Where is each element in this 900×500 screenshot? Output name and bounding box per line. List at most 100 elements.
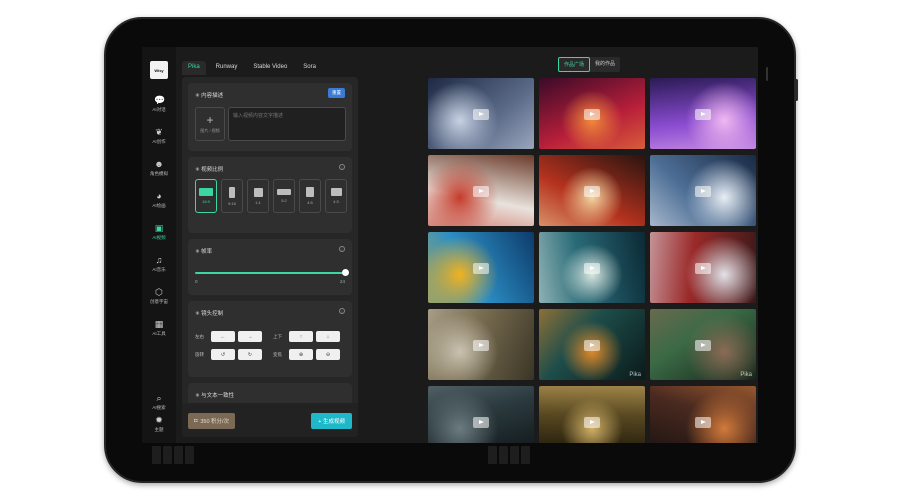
video-icon: ▣	[154, 223, 164, 233]
prompt-input[interactable]	[228, 107, 346, 141]
sidebar-item-1[interactable]: ❦ AI创作	[142, 127, 176, 145]
sidebar-item-6[interactable]: ⬡ 创意宇宙	[142, 287, 176, 305]
video-thumbnail-library-shelves[interactable]	[539, 386, 645, 443]
ratio-label: 5:2	[281, 198, 287, 203]
video-thumbnail-winter-room[interactable]	[428, 155, 534, 226]
camera-button[interactable]: ↺	[211, 349, 235, 360]
fps-slider-knob[interactable]	[342, 269, 349, 276]
cube-icon: ⬡	[155, 287, 163, 297]
play-icon[interactable]	[473, 339, 489, 351]
video-thumbnail-purple-fantasy-village[interactable]	[650, 78, 756, 149]
info-icon[interactable]: i	[339, 308, 345, 314]
aspect-options: 16:9 9:16 1:1 5:2 4:5 4:3	[195, 179, 347, 213]
credits-badge: ◘ 350 积分/次	[188, 413, 236, 429]
consistency-title: ✳ 与文本一致性	[195, 393, 235, 399]
ratio-option[interactable]: 9:16	[221, 179, 243, 213]
generate-video-button[interactable]: + 生成视频	[311, 413, 352, 429]
ratio-shape-icon	[277, 189, 291, 195]
tab-runway[interactable]: Runway	[210, 61, 244, 75]
sidebar-bottom-item-0[interactable]: ⌕ AI搜索	[142, 393, 176, 411]
ratio-option[interactable]: 4:3	[325, 179, 347, 213]
video-thumbnail-dragon-lanterns[interactable]	[539, 78, 645, 149]
play-icon[interactable]	[473, 108, 489, 120]
plus-icon: +	[206, 113, 214, 127]
pika-watermark: Pika	[629, 372, 641, 378]
camera-row-label: 左右	[195, 333, 204, 339]
camera-button[interactable]: ⊖	[316, 349, 340, 360]
palette-icon: ◕	[156, 191, 162, 201]
video-thumbnail-fantasy-town[interactable]	[650, 386, 756, 443]
chat-icon: 💬	[154, 95, 166, 105]
play-icon[interactable]	[584, 108, 600, 120]
ratio-shape-icon	[330, 188, 342, 196]
ratio-label: 9:16	[228, 200, 236, 206]
reset-button[interactable]: 重置	[328, 88, 345, 98]
gallery-tab-1[interactable]: 我的作品	[590, 57, 620, 72]
fps-slider-track[interactable]	[195, 272, 345, 274]
app-screen: Wisy 💬 AI对话 ❦ AI创作 ☻ 角色模拟 ◕ AI绘画 ▣ AI视频 ♫ AI音乐 ⬡ 创意宇宙…	[142, 47, 758, 443]
tab-sora[interactable]: Sora	[297, 61, 322, 75]
aspect-title-text: 视频比例	[201, 167, 224, 173]
gallery-tab-0[interactable]: 作品广场	[558, 57, 591, 72]
ratio-option[interactable]: 16:9	[195, 179, 217, 213]
video-thumbnail-snowy-palace[interactable]	[650, 232, 756, 303]
ratio-option[interactable]: 5:2	[273, 179, 295, 213]
play-icon[interactable]	[695, 185, 711, 197]
play-icon[interactable]	[695, 416, 711, 428]
ratio-option[interactable]: 4:5	[299, 179, 321, 213]
sidebar-item-7[interactable]: ▦ AI工具	[142, 319, 176, 337]
play-icon[interactable]	[584, 185, 600, 197]
play-icon[interactable]	[695, 108, 711, 120]
sidebar-item-label: 创意宇宙	[150, 299, 168, 304]
play-icon[interactable]	[473, 185, 489, 197]
play-icon[interactable]	[584, 339, 600, 351]
fps-card: ✳ 帧率 i 0 24	[188, 239, 352, 295]
play-icon[interactable]	[473, 262, 489, 274]
tablet-frame: Wisy 💬 AI对话 ❦ AI创作 ☻ 角色模拟 ◕ AI绘画 ▣ AI视频 ♫ AI音乐 ⬡ 创意宇宙…	[104, 17, 798, 483]
video-thumbnail-ocean-sailboat[interactable]	[539, 232, 645, 303]
sidebar-item-5[interactable]: ♫ AI音乐	[142, 255, 176, 273]
video-thumbnail-dark-forest-figure[interactable]	[428, 386, 534, 443]
sidebar-item-4[interactable]: ▣ AI视频	[142, 223, 176, 241]
camera-title: ✳ 镜头控制	[195, 311, 224, 317]
camera-row: 上下 ↑ ↓	[273, 331, 343, 342]
grid-icon: ▦	[154, 319, 164, 329]
info-icon[interactable]: i	[339, 164, 345, 170]
upload-button[interactable]: + 图片 / 视频	[195, 107, 225, 141]
ratio-option[interactable]: 1:1	[247, 179, 269, 213]
sidebar-item-3[interactable]: ◕ AI绘画	[142, 191, 176, 209]
consistency-title-text: 与文本一致性	[201, 393, 235, 399]
camera-button[interactable]: ↓	[316, 331, 340, 342]
play-icon[interactable]	[584, 262, 600, 274]
fps-max-label: 24	[339, 279, 345, 284]
info-icon[interactable]: i	[339, 246, 345, 252]
camera-button[interactable]: ↻	[238, 349, 262, 360]
play-icon[interactable]	[695, 262, 711, 274]
sidebar: Wisy 💬 AI对话 ❦ AI创作 ☻ 角色模拟 ◕ AI绘画 ▣ AI视频 ♫ AI音乐 ⬡ 创意宇宙…	[142, 47, 176, 443]
video-thumbnail-wolf-on-rocks[interactable]	[428, 309, 534, 380]
sidebar-item-label: AI对话	[152, 107, 166, 112]
video-thumbnail-polar-bear[interactable]	[650, 155, 756, 226]
video-thumbnail-cyber-frog[interactable]: Pika	[539, 309, 645, 380]
app-logo[interactable]: Wisy	[150, 61, 168, 79]
sun-icon: ✹	[155, 415, 163, 425]
tab-stable-video[interactable]: Stable Video	[247, 61, 293, 75]
camera-button[interactable]: ↑	[289, 331, 313, 342]
camera-button[interactable]: →	[238, 331, 262, 342]
camera-row: 左右 ← →	[195, 331, 265, 342]
video-thumbnail-chinese-pavilion[interactable]	[539, 155, 645, 226]
sidebar-item-2[interactable]: ☻ 角色模拟	[142, 159, 176, 177]
play-icon[interactable]	[695, 339, 711, 351]
video-thumbnail-coral-reef-bird[interactable]	[428, 232, 534, 303]
video-thumbnail-woman-forest[interactable]: Pika	[650, 309, 756, 380]
camera-button[interactable]: ⊕	[289, 349, 313, 360]
sidebar-item-0[interactable]: 💬 AI对话	[142, 95, 176, 113]
play-icon[interactable]	[584, 416, 600, 428]
tab-pika[interactable]: Pika	[182, 61, 206, 75]
video-thumbnail-robot-in-snow[interactable]	[428, 78, 534, 149]
camera-row-label: 旋转	[195, 351, 204, 357]
ratio-shape-icon	[306, 187, 314, 197]
sidebar-bottom-item-1[interactable]: ✹ 主题	[142, 415, 176, 433]
camera-button[interactable]: ←	[211, 331, 235, 342]
play-icon[interactable]	[473, 416, 489, 428]
